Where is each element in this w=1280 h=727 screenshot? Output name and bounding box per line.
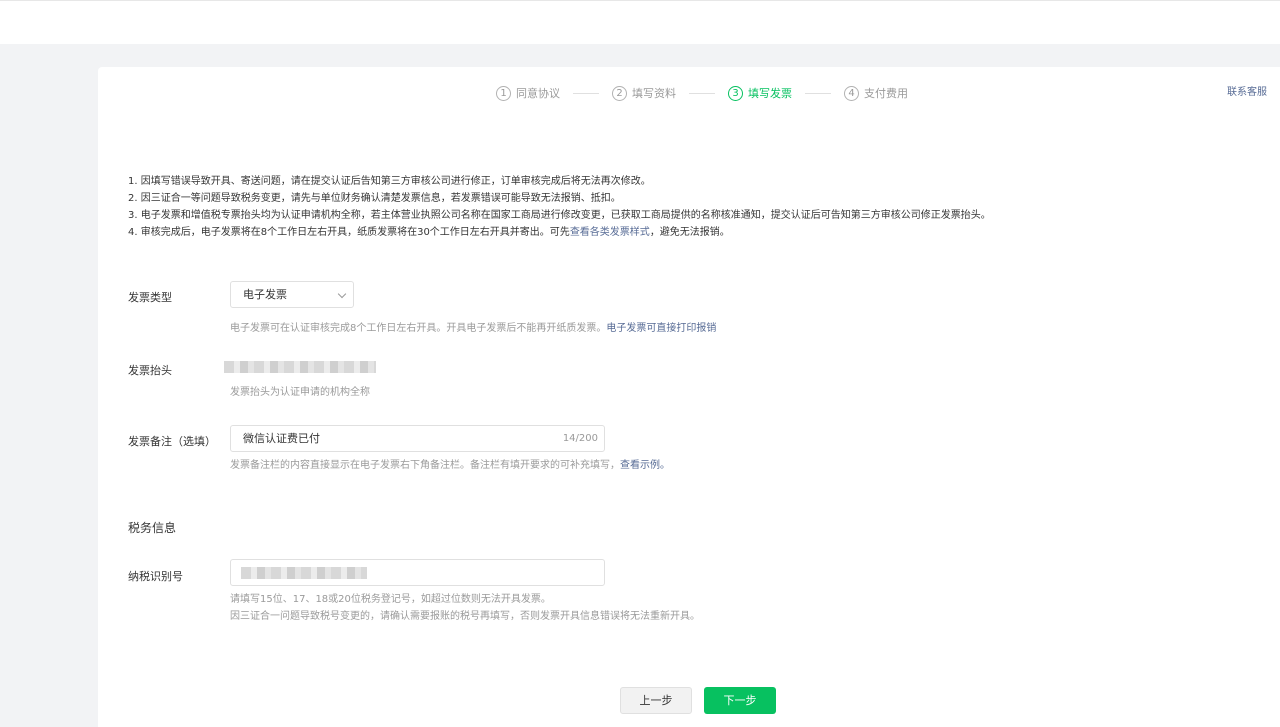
step-3-label: 填写发票 bbox=[748, 87, 792, 100]
tax-id-label: 纳税识别号 bbox=[128, 570, 183, 583]
step-1: 1 同意协议 bbox=[496, 85, 560, 101]
contact-support-link[interactable]: 联系客服 bbox=[1227, 83, 1267, 98]
notice-list: 1. 因填写错误导致开具、寄送问题，请在提交认证后告知第三方审核公司进行修正，订… bbox=[128, 173, 991, 241]
step-divider bbox=[689, 92, 715, 94]
step-1-label: 同意协议 bbox=[516, 87, 560, 100]
next-step-button[interactable]: 下一步 bbox=[704, 687, 776, 714]
invoice-remark-input[interactable]: 微信认证费已付 14/200 bbox=[230, 425, 605, 452]
step-indicator: 1 同意协议 2 填写资料 3 填写发票 4 支付费用 bbox=[496, 84, 908, 102]
invoice-remark-value: 微信认证费已付 bbox=[243, 432, 320, 445]
tax-id-value-redacted bbox=[241, 567, 367, 579]
step-divider bbox=[573, 92, 599, 94]
tax-section-title: 税务信息 bbox=[128, 521, 177, 535]
invoice-type-hint-text: 电子发票可在认证审核完成8个工作日左右开具。开具电子发票后不能再开纸质发票。 bbox=[230, 323, 607, 334]
tax-id-input[interactable] bbox=[230, 559, 605, 586]
step-2-label: 填写资料 bbox=[632, 87, 676, 100]
invoice-title-value-redacted bbox=[224, 361, 376, 373]
invoice-remark-hint: 发票备注栏的内容直接显示在电子发票右下角备注栏。备注栏有填开要求的可补充填写，查… bbox=[230, 457, 670, 474]
step-divider bbox=[805, 92, 831, 94]
view-invoice-samples-link[interactable]: 查看各类发票样式 bbox=[570, 227, 650, 238]
main-card: 1 同意协议 2 填写资料 3 填写发票 4 支付费用 联系客服 1. 因填写错… bbox=[98, 67, 1280, 727]
invoice-remark-hint-text: 发票备注栏的内容直接显示在电子发票右下角备注栏。备注栏有填开要求的可补充填写， bbox=[230, 460, 620, 471]
prev-step-button[interactable]: 上一步 bbox=[620, 687, 692, 714]
notice-item-1: 1. 因填写错误导致开具、寄送问题，请在提交认证后告知第三方审核公司进行修正，订… bbox=[128, 176, 651, 187]
invoice-title-label: 发票抬头 bbox=[128, 364, 172, 377]
step-2-number: 2 bbox=[612, 85, 627, 101]
chevron-down-icon bbox=[337, 289, 347, 299]
top-bar bbox=[0, 0, 1280, 44]
step-1-number: 1 bbox=[496, 85, 511, 101]
view-example-link[interactable]: 查看示例。 bbox=[620, 460, 670, 471]
tax-id-hint-2: 因三证合一问题导致税号变更的，请确认需要报账的税号再填写，否则发票开具信息错误将… bbox=[230, 611, 700, 622]
step-4-number: 4 bbox=[844, 85, 859, 101]
invoice-type-value: 电子发票 bbox=[243, 288, 287, 301]
notice-item-4: 4. 审核完成后，电子发票将在8个工作日左右开具，纸质发票将在30个工作日左右开… bbox=[128, 224, 991, 241]
invoice-remark-label: 发票备注（选填） bbox=[128, 435, 216, 448]
notice-item-3: 3. 电子发票和增值税专票抬头均为认证申请机构全称，若主体营业执照公司名称在国家… bbox=[128, 210, 991, 221]
tax-id-hint-1: 请填写15位、17、18或20位税务登记号，如超过位数则无法开具发票。 bbox=[230, 594, 551, 605]
step-2: 2 填写资料 bbox=[612, 85, 676, 101]
invoice-title-hint: 发票抬头为认证申请的机构全称 bbox=[230, 387, 370, 398]
invoice-type-hint: 电子发票可在认证审核完成8个工作日左右开具。开具电子发票后不能再开纸质发票。电子… bbox=[230, 320, 716, 337]
notice-item-2: 2. 因三证合一等问题导致税务变更，请先与单位财务确认清楚发票信息，若发票错误可… bbox=[128, 193, 621, 204]
step-4: 4 支付费用 bbox=[844, 85, 908, 101]
char-counter: 14/200 bbox=[562, 433, 598, 444]
invoice-type-select[interactable]: 电子发票 bbox=[230, 281, 354, 308]
step-4-label: 支付费用 bbox=[864, 87, 908, 100]
step-3: 3 填写发票 bbox=[728, 85, 792, 101]
notice-item-4-text: 4. 审核完成后，电子发票将在8个工作日左右开具，纸质发票将在30个工作日左右开… bbox=[128, 227, 570, 238]
invoice-type-label: 发票类型 bbox=[128, 291, 172, 304]
step-3-number: 3 bbox=[728, 85, 743, 101]
notice-item-4-suffix: ，避免无法报销。 bbox=[649, 227, 730, 238]
print-reimburse-link[interactable]: 电子发票可直接打印报销 bbox=[606, 323, 716, 334]
